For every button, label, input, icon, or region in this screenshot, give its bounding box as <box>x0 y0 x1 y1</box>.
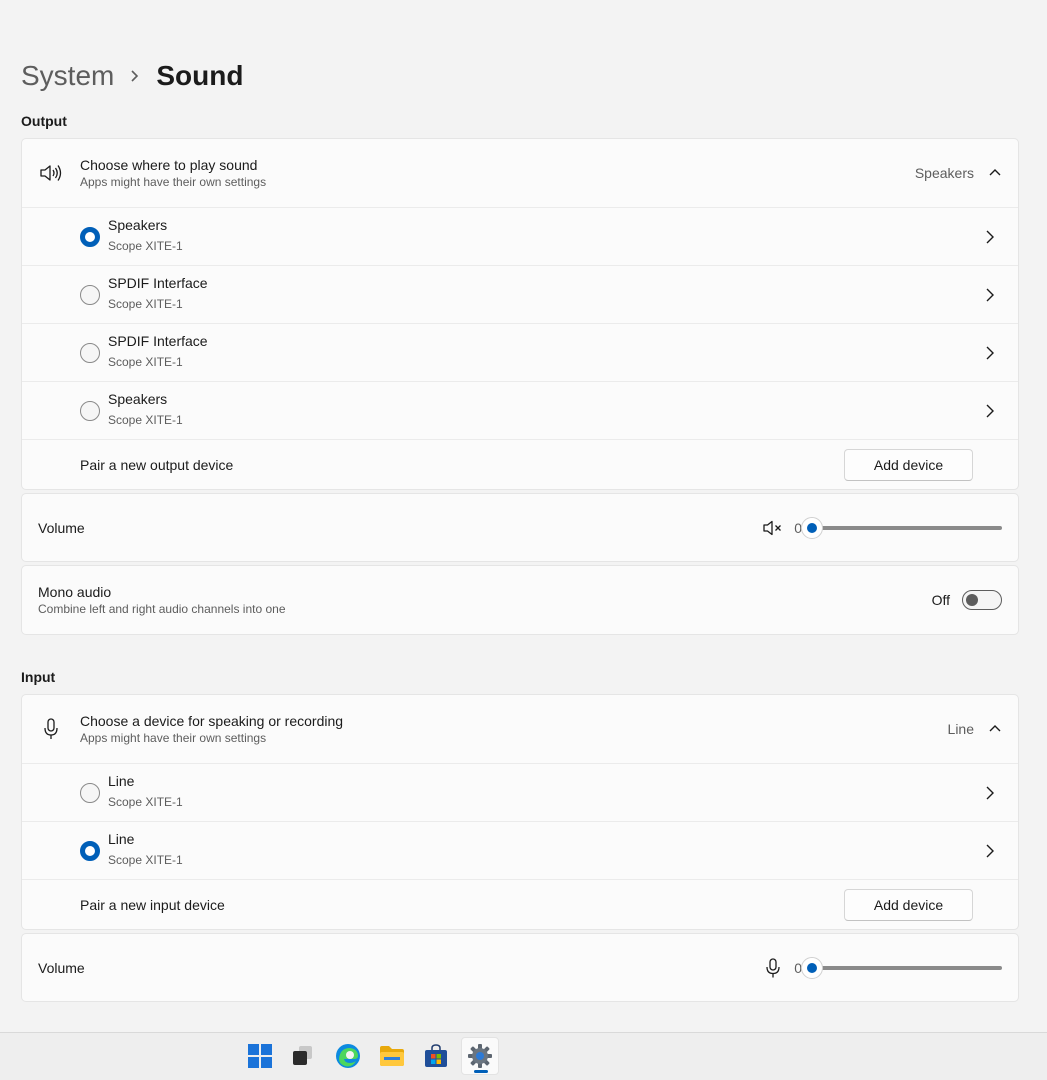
active-app-indicator <box>474 1070 488 1073</box>
taskbar <box>0 1032 1047 1080</box>
output-device-radio[interactable] <box>80 284 100 305</box>
output-header-subtitle: Apps might have their own settings <box>80 175 267 189</box>
input-device-option[interactable]: Line Scope XITE-1 <box>22 763 1018 821</box>
slider-thumb[interactable] <box>801 957 823 979</box>
output-device-radio[interactable] <box>80 342 100 363</box>
output-device-option[interactable]: SPDIF Interface Scope XITE-1 <box>22 265 1018 323</box>
output-device-radio[interactable] <box>80 226 100 247</box>
input-device-header[interactable]: Choose a device for speaking or recordin… <box>22 695 1018 763</box>
output-section-title: Output <box>21 113 67 129</box>
chevron-right-icon[interactable] <box>982 843 998 859</box>
chevron-up-icon[interactable] <box>988 164 1002 182</box>
pair-input-device-row: Pair a new input device Add device <box>22 879 1018 929</box>
chevron-right-icon[interactable] <box>982 785 998 801</box>
input-device-detail: Scope XITE-1 <box>108 794 183 809</box>
output-device-detail: Scope XITE-1 <box>108 296 183 311</box>
chevron-right-icon[interactable] <box>982 229 998 245</box>
input-header-title: Choose a device for speaking or recordin… <box>80 713 344 729</box>
mono-audio-state: Off <box>931 592 950 608</box>
slider-thumb[interactable] <box>801 517 823 539</box>
output-selected-device: Speakers <box>914 165 974 181</box>
mono-audio-toggle[interactable] <box>962 590 1002 610</box>
microsoft-store-icon[interactable] <box>417 1037 455 1075</box>
input-device-name: Line <box>108 772 135 789</box>
breadcrumb: System Sound <box>21 58 243 94</box>
input-volume-card: Volume 0 <box>21 933 1019 1002</box>
output-device-header[interactable]: Choose where to play sound Apps might ha… <box>22 139 1018 207</box>
output-volume-label: Volume <box>38 520 85 536</box>
chevron-right-icon[interactable] <box>982 403 998 419</box>
chevron-right-icon[interactable] <box>982 345 998 361</box>
output-device-detail: Scope XITE-1 <box>108 238 183 253</box>
output-device-detail: Scope XITE-1 <box>108 412 183 427</box>
input-device-radio[interactable] <box>80 840 100 861</box>
output-device-option[interactable]: Speakers Scope XITE-1 <box>22 381 1018 439</box>
input-device-detail: Scope XITE-1 <box>108 852 183 867</box>
settings-gear-icon[interactable] <box>461 1037 499 1075</box>
output-volume-card: Volume 0 <box>21 493 1019 562</box>
output-volume-slider[interactable] <box>801 517 1002 539</box>
input-volume-slider[interactable] <box>801 957 1002 979</box>
output-device-option[interactable]: SPDIF Interface Scope XITE-1 <box>22 323 1018 381</box>
page-title: Sound <box>156 60 244 91</box>
input-selected-device: Line <box>947 721 974 737</box>
pair-input-label: Pair a new input device <box>80 896 225 913</box>
output-header-title: Choose where to play sound <box>80 157 258 173</box>
input-section-title: Input <box>21 669 56 685</box>
input-device-name: Line <box>108 830 135 847</box>
edge-browser-icon[interactable] <box>329 1037 367 1075</box>
chevron-right-icon <box>124 69 146 83</box>
microphone-icon[interactable] <box>762 957 784 979</box>
output-device-name: Speakers <box>108 390 168 407</box>
chevron-up-icon[interactable] <box>988 720 1002 738</box>
mono-audio-subtitle: Combine left and right audio channels in… <box>38 602 286 616</box>
output-device-option[interactable]: Speakers Scope XITE-1 <box>22 207 1018 265</box>
input-device-radio[interactable] <box>80 782 100 803</box>
output-device-card: Choose where to play sound Apps might ha… <box>21 138 1019 490</box>
output-device-radio[interactable] <box>80 400 100 421</box>
input-device-option[interactable]: Line Scope XITE-1 <box>22 821 1018 879</box>
pair-output-device-row: Pair a new output device Add device <box>22 439 1018 489</box>
speaker-muted-icon[interactable] <box>762 517 784 539</box>
input-header-subtitle: Apps might have their own settings <box>80 731 267 745</box>
speaker-icon <box>38 160 64 186</box>
breadcrumb-system-link[interactable]: System <box>21 60 114 92</box>
output-device-name: SPDIF Interface <box>108 274 208 291</box>
output-device-name: SPDIF Interface <box>108 332 208 349</box>
task-view-icon[interactable] <box>284 1037 322 1075</box>
file-explorer-icon[interactable] <box>373 1037 411 1075</box>
add-input-device-button[interactable]: Add device <box>844 889 973 921</box>
mono-audio-card: Mono audio Combine left and right audio … <box>21 565 1019 635</box>
output-device-detail: Scope XITE-1 <box>108 354 183 369</box>
mono-audio-title: Mono audio <box>38 584 112 600</box>
add-output-device-button[interactable]: Add device <box>844 449 973 481</box>
input-volume-label: Volume <box>38 960 85 976</box>
output-device-name: Speakers <box>108 216 168 233</box>
microphone-icon <box>38 716 64 742</box>
chevron-right-icon[interactable] <box>982 287 998 303</box>
input-device-card: Choose a device for speaking or recordin… <box>21 694 1019 930</box>
pair-output-label: Pair a new output device <box>80 456 234 473</box>
windows-start-icon[interactable] <box>241 1037 279 1075</box>
